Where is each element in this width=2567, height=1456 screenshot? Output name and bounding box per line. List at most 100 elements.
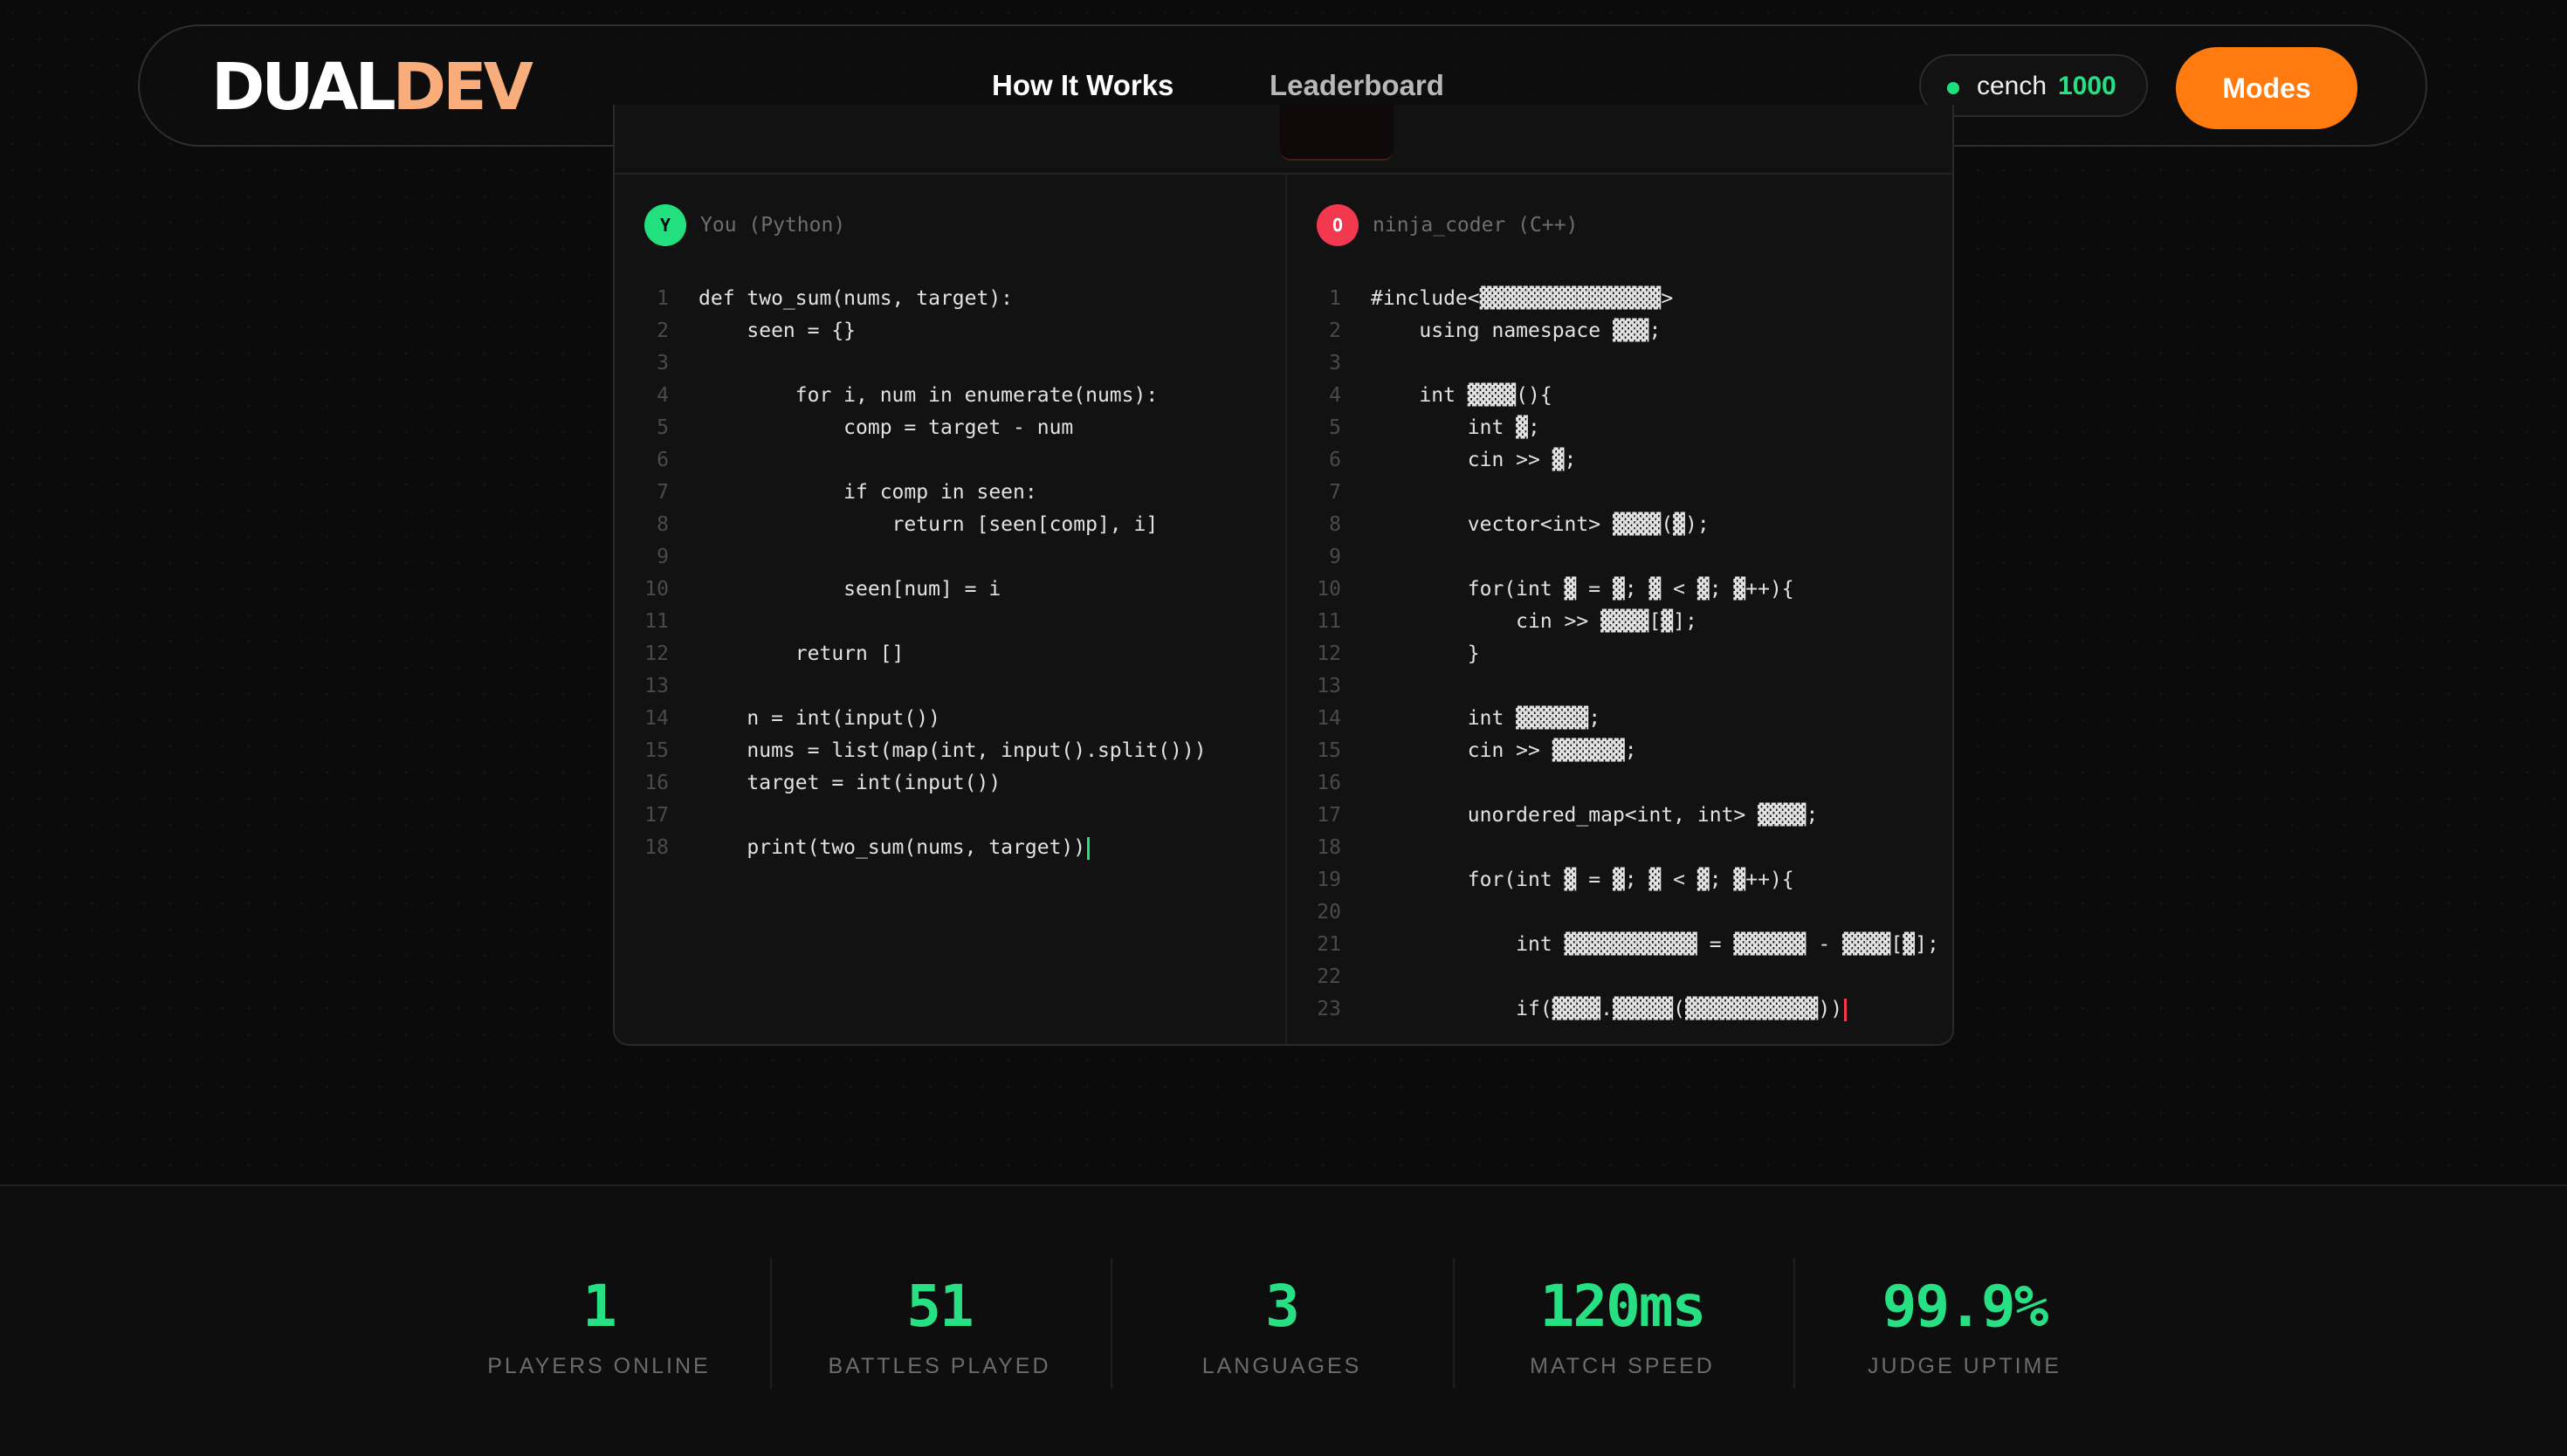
code-line[interactable]: 9 xyxy=(615,541,1284,573)
player-avatar: Y xyxy=(644,204,686,246)
stat-item: 99.9% JUDGE UPTIME xyxy=(1794,1186,2135,1456)
code-line: 23 if(▓▓▓▓.▓▓▓▓▓(▓▓▓▓▓▓▓▓▓▓▓)) xyxy=(1287,993,1952,1026)
opponent-code-pane: O ninja_coder (C++) 1 #include<▓▓▓▓▓▓▓▓▓▓… xyxy=(1285,175,1952,1044)
code-line[interactable]: 10 seen[num] = i xyxy=(615,573,1284,606)
player-code[interactable]: 1 def two_sum(nums, target): 2 seen = {} 3 4… xyxy=(615,283,1284,864)
stats-bar: 1 PLAYERS ONLINE 51 BATTLES PLAYED 3 LANGUAGE… xyxy=(0,1185,2567,1456)
line-content[interactable]: return [seen[comp], i] xyxy=(699,509,1159,541)
text-cursor xyxy=(1844,998,1848,1021)
code-line: 5 int ▓; xyxy=(1287,412,1952,444)
stat-item: 51 BATTLES PLAYED xyxy=(769,1186,1110,1456)
modes-button[interactable]: Modes xyxy=(2176,47,2357,129)
code-line[interactable]: 2 seen = {} xyxy=(615,315,1284,347)
line-number: 7 xyxy=(657,481,669,504)
stat-item: 3 LANGUAGES xyxy=(1111,1186,1452,1456)
line-content: int ▓; xyxy=(1371,416,1540,439)
code-line: 3 xyxy=(1287,347,1952,380)
line-content: int ▓▓▓▓(){ xyxy=(1371,384,1552,407)
line-number: 17 xyxy=(1317,804,1341,827)
code-line[interactable]: 6 xyxy=(615,444,1284,477)
line-number: 6 xyxy=(657,449,669,471)
line-content: using namespace ▓▓▓; xyxy=(1371,319,1662,342)
line-number: 19 xyxy=(1317,869,1341,891)
line-number: 4 xyxy=(1329,384,1341,407)
line-content: cin >> ▓▓▓▓▓▓; xyxy=(1371,739,1637,762)
code-line: 16 xyxy=(1287,767,1952,800)
line-number: 10 xyxy=(1317,578,1341,601)
code-line[interactable]: 3 xyxy=(615,347,1284,380)
code-line[interactable]: 12 return [] xyxy=(615,638,1284,670)
line-content[interactable]: seen = {} xyxy=(699,315,856,347)
stat-label: BATTLES PLAYED xyxy=(828,1354,1051,1378)
line-number: 7 xyxy=(1329,481,1341,504)
line-number: 1 xyxy=(1329,287,1341,310)
line-content[interactable]: seen[num] = i xyxy=(699,573,1001,606)
code-line: 6 cin >> ▓; xyxy=(1287,444,1952,477)
line-number: 15 xyxy=(644,739,669,762)
code-line[interactable]: 16 target = int(input()) xyxy=(615,767,1284,800)
opponent-label: ninja_coder (C++) xyxy=(1373,214,1579,237)
line-content: cin >> ▓▓▓▓[▓]; xyxy=(1371,610,1697,633)
nav-link-leaderboard[interactable]: Leaderboard xyxy=(1270,68,1444,103)
line-content: vector<int> ▓▓▓▓(▓); xyxy=(1371,513,1710,536)
line-number: 17 xyxy=(644,804,669,827)
code-line[interactable]: 8 return [seen[comp], i] xyxy=(615,509,1284,541)
code-line[interactable]: 14 n = int(input()) xyxy=(615,703,1284,735)
line-content[interactable]: comp = target - num xyxy=(699,412,1073,444)
line-content[interactable]: print(two_sum(nums, target)) xyxy=(699,832,1091,864)
line-content: if(▓▓▓▓.▓▓▓▓▓(▓▓▓▓▓▓▓▓▓▓▓)) xyxy=(1371,993,1848,1026)
code-line[interactable]: 17 xyxy=(615,800,1284,832)
user-rating: 1000 xyxy=(2058,72,2116,100)
code-line: 21 int ▓▓▓▓▓▓▓▓▓▓▓ = ▓▓▓▓▓▓ - ▓▓▓▓[▓]; xyxy=(1287,929,1952,961)
code-line: 15 cin >> ▓▓▓▓▓▓; xyxy=(1287,735,1952,767)
line-number: 13 xyxy=(1317,675,1341,697)
code-line[interactable]: 5 comp = target - num xyxy=(615,412,1284,444)
code-line: 11 cin >> ▓▓▓▓[▓]; xyxy=(1287,606,1952,638)
line-number: 1 xyxy=(657,287,669,310)
code-line: 2 using namespace ▓▓▓; xyxy=(1287,315,1952,347)
code-line[interactable]: 15 nums = list(map(int, input().split())… xyxy=(615,735,1284,767)
line-content[interactable]: target = int(input()) xyxy=(699,767,1001,800)
line-content[interactable]: if comp in seen: xyxy=(699,477,1037,509)
nav-link-how-it-works[interactable]: How It Works xyxy=(992,68,1173,103)
opponent-code: 1 #include<▓▓▓▓▓▓▓▓▓▓▓▓▓▓▓> 2 using namesp… xyxy=(1287,283,1952,1026)
stat-item: 120ms MATCH SPEED xyxy=(1452,1186,1793,1456)
code-line[interactable]: 18 print(two_sum(nums, target)) xyxy=(615,832,1284,864)
editor-tab-indicator xyxy=(1280,105,1394,161)
line-number: 5 xyxy=(657,416,669,439)
code-line[interactable]: 11 xyxy=(615,606,1284,638)
code-line[interactable]: 1 def two_sum(nums, target): xyxy=(615,283,1284,315)
line-number: 22 xyxy=(1317,965,1341,988)
stat-label: JUDGE UPTIME xyxy=(1867,1354,2062,1378)
line-content[interactable]: for i, num in enumerate(nums): xyxy=(699,380,1158,412)
stat-item: 1 PLAYERS ONLINE xyxy=(429,1186,769,1456)
code-line: 8 vector<int> ▓▓▓▓(▓); xyxy=(1287,509,1952,541)
code-line: 18 xyxy=(1287,832,1952,864)
line-number: 20 xyxy=(1317,901,1341,924)
line-content[interactable]: nums = list(map(int, input().split())) xyxy=(699,735,1206,767)
line-content[interactable]: return [] xyxy=(699,638,905,670)
player-label: You (Python) xyxy=(700,214,846,237)
line-content: #include<▓▓▓▓▓▓▓▓▓▓▓▓▓▓▓> xyxy=(1371,287,1674,310)
line-number: 12 xyxy=(1317,642,1341,665)
line-content[interactable]: n = int(input()) xyxy=(699,703,940,735)
line-content: for(int ▓ = ▓; ▓ < ▓; ▓++){ xyxy=(1371,869,1794,891)
line-content[interactable]: def two_sum(nums, target): xyxy=(699,283,1013,315)
line-number: 23 xyxy=(1317,998,1341,1020)
stat-divider xyxy=(1793,1258,1795,1389)
code-line[interactable]: 13 xyxy=(615,670,1284,703)
line-number: 10 xyxy=(644,578,669,601)
line-number: 2 xyxy=(1329,319,1341,342)
line-content: for(int ▓ = ▓; ▓ < ▓; ▓++){ xyxy=(1371,578,1794,601)
stat-value: 99.9% xyxy=(1882,1273,2049,1340)
line-number: 13 xyxy=(644,675,669,697)
code-line[interactable]: 7 if comp in seen: xyxy=(615,477,1284,509)
line-number: 16 xyxy=(644,772,669,794)
logo[interactable]: DUALDEV xyxy=(211,52,533,122)
player-code-pane[interactable]: Y You (Python) 1 def two_sum(nums, target… xyxy=(615,175,1284,1044)
line-content: int ▓▓▓▓▓▓; xyxy=(1371,707,1601,730)
stat-value: 3 xyxy=(1265,1273,1300,1340)
code-line[interactable]: 4 for i, num in enumerate(nums): xyxy=(615,380,1284,412)
line-number: 14 xyxy=(1317,707,1341,730)
stat-label: MATCH SPEED xyxy=(1530,1354,1715,1378)
